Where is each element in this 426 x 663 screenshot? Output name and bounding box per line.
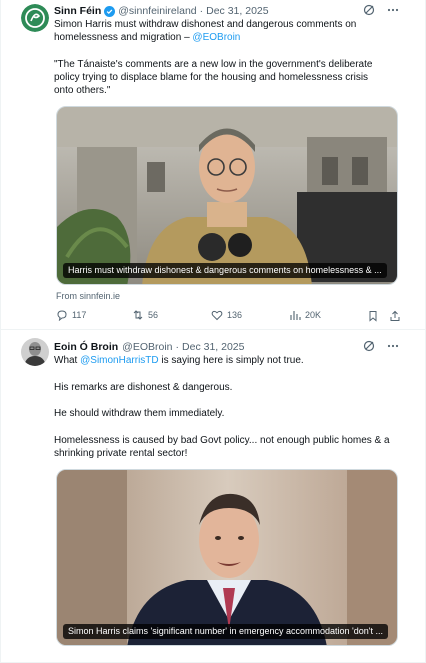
link-card-title[interactable]: Harris must withdraw dishonest & dangero…	[63, 263, 387, 278]
like-count: 136	[227, 310, 243, 320]
link-card-image[interactable]: Harris must withdraw dishonest & dangero…	[56, 106, 398, 285]
bookmark-icon[interactable]	[367, 310, 379, 322]
avatar[interactable]	[21, 4, 49, 32]
verified-badge-icon	[104, 5, 116, 17]
author-name[interactable]: Eoin Ó Broin	[54, 340, 118, 354]
views-button[interactable]: 20K	[289, 309, 321, 321]
tweet-line-gap	[54, 394, 399, 408]
tweet-line: Simon Harris must withdraw dishonest and…	[54, 19, 357, 30]
photo-man-in-suit	[57, 470, 397, 645]
reply-icon	[57, 310, 67, 321]
timestamp[interactable]: Dec 31, 2025	[206, 4, 268, 18]
link-card-title[interactable]: Simon Harris claims 'significant number'…	[63, 624, 388, 639]
like-icon	[211, 310, 223, 321]
header-actions	[363, 340, 399, 352]
tweet-eoin-o-broin[interactable]: Eoin Ó Broin @EOBroin · Dec 31, 2025 Wha…	[1, 330, 425, 663]
tweet-actions: 117 56 136 20K	[56, 309, 401, 323]
tweet-line-gap	[54, 367, 399, 381]
separator: ·	[175, 341, 180, 353]
timeline: Sinn Féin @sinnfeinireland · Dec 31, 202…	[0, 0, 426, 663]
reply-button[interactable]: 117	[56, 309, 86, 321]
like-button[interactable]: 136	[211, 309, 242, 321]
tweet-line: shrinking private rental sector!	[54, 448, 188, 460]
repost-button[interactable]: 56	[132, 309, 158, 321]
tweet-header: Eoin Ó Broin @EOBroin · Dec 31, 2025	[54, 340, 244, 354]
grok-icon[interactable]	[363, 4, 375, 16]
link-source[interactable]: From sinnfein.ie	[56, 291, 120, 301]
tweet-header: Sinn Féin @sinnfeinireland · Dec 31, 202…	[54, 4, 269, 18]
tweet-line: Homelessness is caused by bad Govt polic…	[54, 435, 390, 447]
author-name[interactable]: Sinn Féin	[54, 4, 101, 18]
link-card-image[interactable]: Simon Harris claims 'significant number'…	[56, 469, 398, 646]
repost-count: 56	[148, 310, 159, 320]
author-handle[interactable]: @EOBroin	[122, 340, 172, 354]
tweet-line: homelessness and migration – @EOBroin	[54, 32, 241, 44]
share-icon[interactable]	[389, 310, 401, 322]
more-icon[interactable]	[387, 4, 399, 16]
tweet-text: Simon Harris must withdraw dishonest and…	[54, 18, 399, 97]
views-count: 20K	[305, 310, 322, 320]
tweet-line: He should withdraw them immediately.	[54, 408, 225, 420]
timestamp[interactable]: Dec 31, 2025	[182, 340, 244, 354]
mention-link[interactable]: @EOBroin	[192, 32, 240, 43]
header-actions	[363, 4, 399, 16]
tweet-line-gap	[54, 421, 399, 435]
separator: ·	[199, 5, 204, 17]
author-handle[interactable]: @sinnfeinireland	[118, 4, 196, 18]
more-icon[interactable]	[387, 340, 399, 352]
grok-icon[interactable]	[363, 340, 375, 352]
reply-count: 117	[72, 310, 87, 320]
mention-link[interactable]: @SimonHarrisTD	[80, 355, 159, 366]
tweet-sinn-fein[interactable]: Sinn Féin @sinnfeinireland · Dec 31, 202…	[1, 0, 425, 330]
tweet-text: What @SimonHarrisTD is saying here is si…	[54, 354, 399, 461]
tweet-line: His remarks are dishonest & dangerous.	[54, 381, 233, 393]
photo-man-outdoors	[57, 107, 397, 284]
avatar[interactable]	[21, 338, 49, 366]
tweet-line: "The Tánaiste's comments are a new low i…	[54, 58, 373, 70]
tweet-line: policy trying to displace blame for the …	[54, 71, 369, 83]
views-icon	[290, 311, 301, 320]
repost-icon	[133, 310, 143, 320]
tweet-line: onto others."	[54, 85, 111, 96]
tweet-line: What @SimonHarrisTD is saying here is si…	[54, 355, 304, 366]
tweet-line-gap	[54, 44, 399, 57]
